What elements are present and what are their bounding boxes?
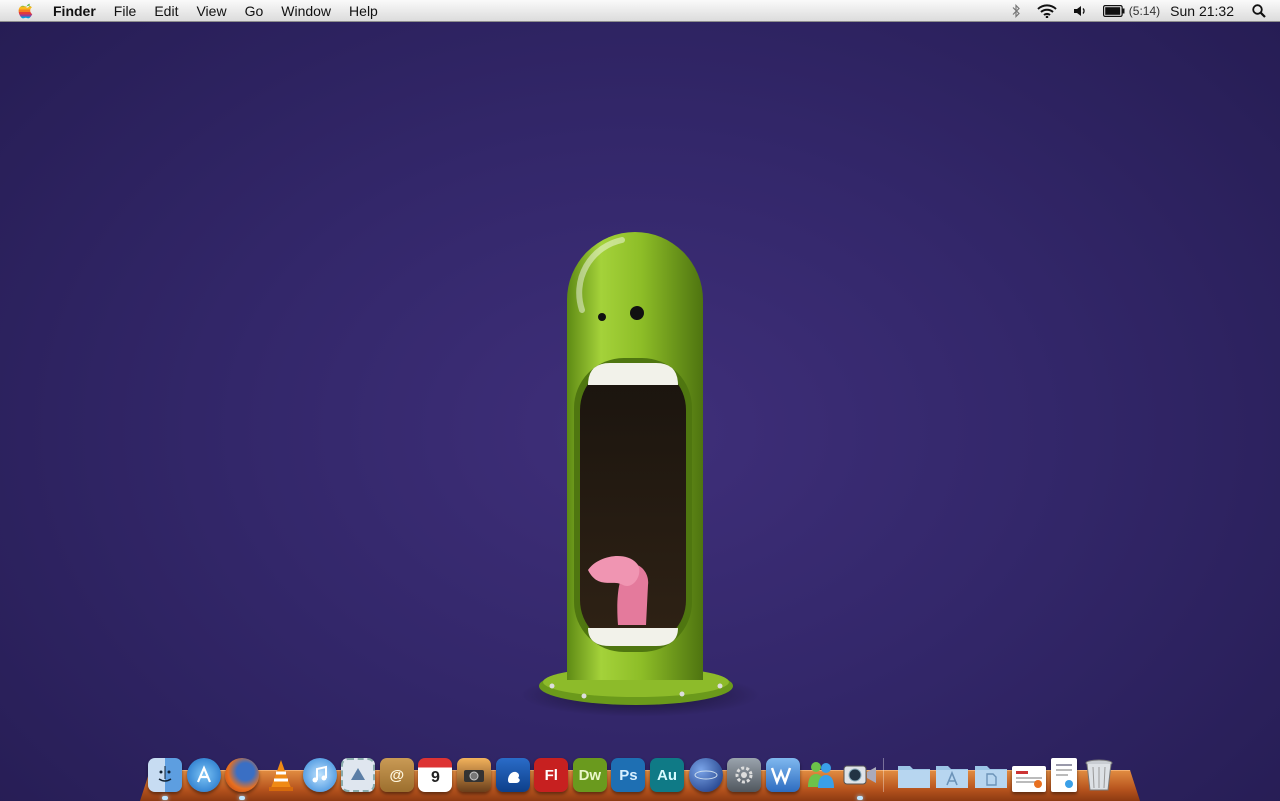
menu-app-name[interactable]: Finder xyxy=(44,0,105,22)
menu-file[interactable]: File xyxy=(105,0,146,22)
address-book-label: @ xyxy=(389,766,405,784)
vlc-cone-icon[interactable] xyxy=(264,758,298,792)
running-indicator xyxy=(162,796,169,800)
calendar-day-label: 9 xyxy=(431,769,440,786)
menu-clock[interactable]: Sun 21:32 xyxy=(1170,3,1234,19)
dock-separator xyxy=(883,758,890,792)
photoshop-label: Ps xyxy=(619,766,638,784)
app-store-icon[interactable] xyxy=(186,758,221,792)
wifi-icon[interactable] xyxy=(1037,4,1057,18)
applications-folder-icon[interactable] xyxy=(935,758,969,792)
webpage-doc-icon[interactable] xyxy=(1012,766,1047,792)
spotlight-search-icon[interactable] xyxy=(1252,4,1266,18)
word-icon[interactable] xyxy=(765,758,800,792)
battery-time: (5:14) xyxy=(1128,4,1161,18)
dreamweaver-icon[interactable]: Dw xyxy=(572,758,607,792)
menu-go[interactable]: Go xyxy=(236,0,273,22)
volume-icon[interactable] xyxy=(1073,4,1087,18)
messenger-icon[interactable] xyxy=(804,758,838,792)
trash-icon[interactable] xyxy=(1082,758,1116,792)
mail-stamp-icon[interactable] xyxy=(341,758,376,792)
status-area: (5:14) Sun 21:32 xyxy=(1003,0,1280,22)
files-folder-icon[interactable] xyxy=(974,758,1008,792)
audition-icon[interactable]: Au xyxy=(650,758,685,792)
globe-icon[interactable] xyxy=(688,758,723,792)
flash-label: Fl xyxy=(544,766,558,784)
document-icon[interactable] xyxy=(1050,758,1077,792)
dreamweaver-label: Dw xyxy=(578,766,602,784)
running-indicator xyxy=(856,796,863,800)
folder-icon[interactable] xyxy=(897,758,931,792)
address-book-icon[interactable]: @ xyxy=(379,758,414,792)
finder-icon[interactable] xyxy=(148,758,183,800)
itunes-icon[interactable] xyxy=(302,758,337,792)
bluetooth-icon[interactable] xyxy=(1011,4,1021,18)
menu-edit[interactable]: Edit xyxy=(145,0,187,22)
apple-menu-icon[interactable] xyxy=(18,2,36,20)
menu-bar: Finder File Edit View Go Window Help (5:… xyxy=(0,0,1280,22)
firefox-icon[interactable] xyxy=(225,758,260,800)
menu-help[interactable]: Help xyxy=(340,0,387,22)
dock: @ 9 Fl Dw Ps Au xyxy=(146,746,1140,800)
photoshop-icon[interactable]: Ps xyxy=(611,758,646,792)
flash-icon[interactable]: Fl xyxy=(534,758,569,792)
camera-icon[interactable] xyxy=(843,758,877,800)
gear-icon[interactable] xyxy=(727,758,762,792)
calendar-icon[interactable]: 9 xyxy=(418,758,453,792)
menu-view[interactable]: View xyxy=(187,0,235,22)
wallpaper-green-creature xyxy=(520,232,760,717)
menu-window[interactable]: Window xyxy=(272,0,340,22)
battery-icon[interactable] xyxy=(1102,5,1125,17)
audition-label: Au xyxy=(657,766,678,784)
cyberduck-icon[interactable] xyxy=(495,758,530,792)
iphoto-icon[interactable] xyxy=(457,758,492,792)
